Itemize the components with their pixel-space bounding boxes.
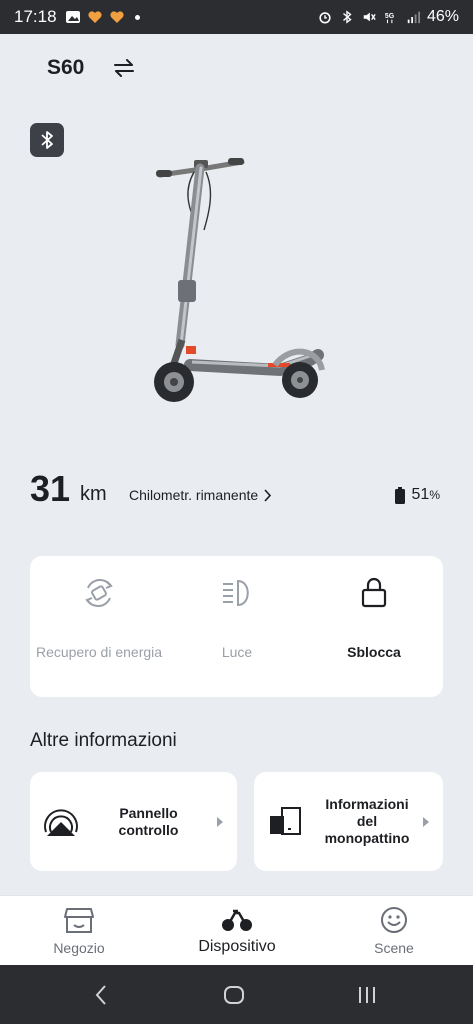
status-battery: 46% (426, 8, 459, 25)
mute-icon (363, 12, 376, 22)
chevron-right-icon (264, 488, 272, 502)
lock-icon (361, 577, 387, 608)
range-summary: 31 km Chilometr. rimanente 51% (30, 466, 450, 516)
battery-indicator: 51% (394, 486, 440, 504)
dashboard-label: Pannello controllo (118, 804, 179, 838)
gallery-icon (65, 11, 80, 23)
header: S60 (0, 34, 473, 104)
energy-recovery-control[interactable]: Recupero di energia (30, 556, 168, 697)
battery-level: 51 (411, 486, 430, 503)
smiley-icon (381, 907, 407, 933)
alarm-icon (319, 12, 331, 24)
remaining-range-unit: km (80, 483, 107, 505)
quick-controls-card: Recupero di energia Luce Sblocca (30, 556, 443, 697)
remaining-range-label: Chilometr. rimanente (129, 487, 259, 503)
status-bar: 17:18 5G 46% (0, 0, 473, 34)
nav-scene-label: Scene (374, 940, 414, 956)
shop-icon (64, 908, 94, 933)
home-icon[interactable] (222, 983, 246, 1007)
bottom-navigation: Negozio Dispositivo Scene (0, 895, 473, 965)
battery-unit: % (429, 488, 440, 502)
heart-icon (87, 11, 102, 23)
scooter-info-icon (270, 807, 301, 835)
bluetooth-icon (343, 10, 352, 24)
battery-icon (394, 486, 405, 504)
chevron-right-icon (423, 817, 429, 827)
scooter-info-card[interactable]: Informazioni del monopattino (254, 772, 443, 871)
unlock-control[interactable]: Sblocca (305, 556, 443, 697)
light-control[interactable]: Luce (168, 556, 306, 697)
dashboard-icon (44, 809, 78, 836)
headlight-icon (223, 579, 249, 607)
notification-dot (134, 14, 140, 20)
swap-arrows-icon[interactable] (112, 56, 136, 80)
svg-text:5G: 5G (385, 13, 395, 20)
heart-icon (109, 11, 124, 23)
signal-icon (407, 11, 420, 24)
bike-icon (222, 909, 252, 931)
scooter-info-label: Informazioni del monopattino (324, 796, 410, 846)
system-navigation-bar (0, 965, 473, 1024)
nav-device[interactable]: Dispositivo (158, 896, 316, 966)
chevron-right-icon (217, 817, 223, 827)
back-icon[interactable] (90, 983, 114, 1007)
remaining-range-link[interactable]: Chilometr. rimanente (129, 487, 272, 503)
dashboard-card[interactable]: Pannello controllo (30, 772, 237, 871)
remaining-range-value: 31 (30, 468, 71, 509)
energy-recovery-icon (85, 579, 113, 607)
unlock-label: Sblocca (347, 644, 401, 660)
nav-shop-label: Negozio (53, 940, 105, 956)
energy-recovery-label: Recupero di energia (35, 644, 163, 660)
recent-apps-icon[interactable] (355, 983, 379, 1007)
5g-icon: 5G (385, 13, 395, 24)
status-time: 17:18 (14, 7, 57, 26)
nav-device-label: Dispositivo (198, 938, 276, 955)
nav-shop[interactable]: Negozio (0, 896, 158, 966)
device-model-name: S60 (47, 56, 85, 79)
more-info-title: Altre informazioni (30, 730, 177, 751)
nav-scene[interactable]: Scene (315, 896, 473, 966)
bluetooth-icon (41, 131, 53, 149)
scooter-image (154, 158, 325, 402)
light-label: Luce (221, 644, 253, 660)
bluetooth-status-badge[interactable] (30, 123, 64, 157)
